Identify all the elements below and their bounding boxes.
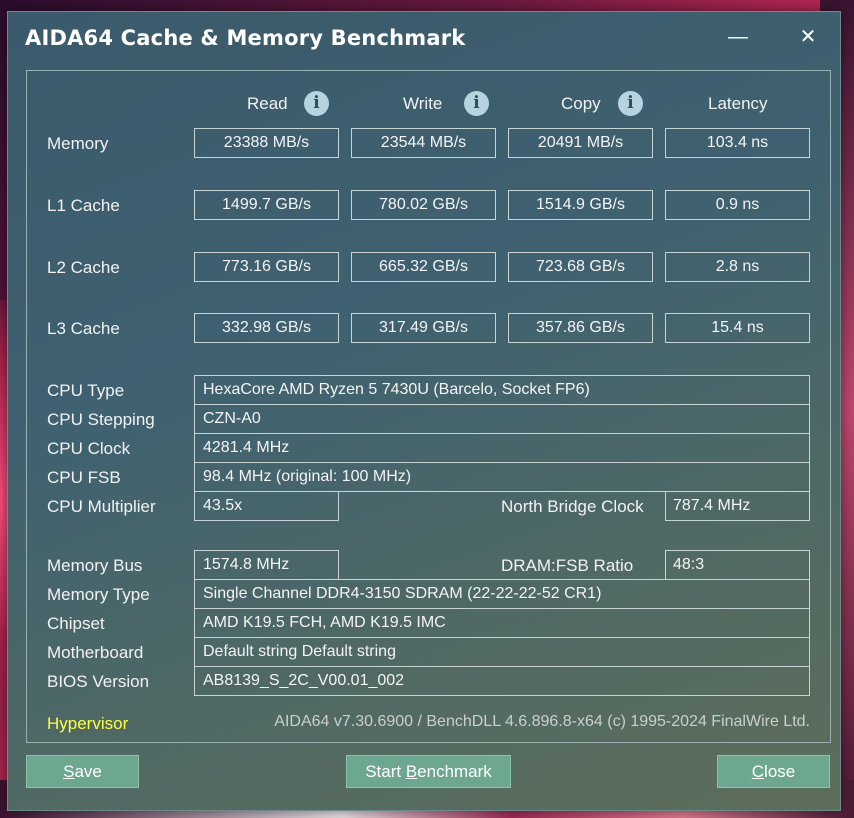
close-icon[interactable]: ✕ bbox=[788, 22, 828, 52]
start-benchmark-label: enchmark bbox=[417, 762, 492, 781]
l3-latency-value: 15.4 ns bbox=[665, 313, 810, 343]
info-icon-read[interactable]: i bbox=[304, 91, 329, 116]
l2-latency-value: 2.8 ns bbox=[665, 252, 810, 282]
dram-fsb-ratio-value: 48:3 bbox=[665, 550, 810, 580]
cpu-clock-label: CPU Clock bbox=[47, 439, 131, 458]
cpu-stepping-value: CZN-A0 bbox=[194, 404, 810, 434]
motherboard-value: Default string Default string bbox=[194, 637, 810, 667]
save-button[interactable]: Save bbox=[26, 755, 139, 788]
l1-copy-value: 1514.9 GB/s bbox=[508, 190, 653, 220]
memory-write-value: 23544 MB/s bbox=[351, 128, 496, 158]
north-bridge-clock-value: 787.4 MHz bbox=[665, 491, 810, 521]
header-read: Read bbox=[247, 94, 288, 113]
start-benchmark-accel: B bbox=[405, 762, 418, 781]
save-button-accel: S bbox=[63, 762, 75, 781]
l3-copy-value: 357.86 GB/s bbox=[508, 313, 653, 343]
cpu-multiplier-value: 43.5x bbox=[194, 491, 339, 521]
version-footer: AIDA64 v7.30.6900 / BenchDLL 4.6.896.8-x… bbox=[274, 713, 810, 730]
north-bridge-clock-label: North Bridge Clock bbox=[501, 497, 644, 516]
close-button-accel: C bbox=[751, 762, 765, 781]
row-label-l3: L3 Cache bbox=[47, 319, 120, 338]
info-icon-copy[interactable]: i bbox=[618, 91, 643, 116]
cpu-type-value: HexaCore AMD Ryzen 5 7430U (Barcelo, Soc… bbox=[194, 375, 810, 405]
header-latency: Latency bbox=[708, 94, 768, 113]
l1-latency-value: 0.9 ns bbox=[665, 190, 810, 220]
l2-write-value: 665.32 GB/s bbox=[351, 252, 496, 282]
l3-write-value: 317.49 GB/s bbox=[351, 313, 496, 343]
title-bar[interactable]: AIDA64 Cache & Memory Benchmark — ✕ bbox=[8, 12, 842, 62]
cpu-stepping-label: CPU Stepping bbox=[47, 410, 155, 429]
cpu-type-label: CPU Type bbox=[47, 381, 125, 400]
minimize-icon[interactable]: — bbox=[718, 22, 758, 52]
dram-fsb-ratio-label: DRAM:FSB Ratio bbox=[501, 556, 634, 575]
row-label-memory: Memory bbox=[47, 134, 109, 153]
start-benchmark-button[interactable]: Start Benchmark bbox=[346, 755, 511, 788]
memory-bus-value: 1574.8 MHz bbox=[194, 550, 339, 580]
memory-bus-label: Memory Bus bbox=[47, 556, 143, 575]
results-panel: Read i Write i Copy i Latency Memory 233… bbox=[26, 70, 831, 743]
close-button-label: lose bbox=[764, 762, 796, 781]
memory-read-value: 23388 MB/s bbox=[194, 128, 339, 158]
window-title: AIDA64 Cache & Memory Benchmark bbox=[25, 26, 466, 50]
cpu-fsb-label: CPU FSB bbox=[47, 468, 121, 487]
memory-latency-value: 103.4 ns bbox=[665, 128, 810, 158]
motherboard-label: Motherboard bbox=[47, 643, 144, 662]
bios-version-label: BIOS Version bbox=[47, 672, 150, 691]
row-label-l1: L1 Cache bbox=[47, 196, 120, 215]
header-write: Write bbox=[403, 94, 443, 113]
start-benchmark-prefix: Start bbox=[365, 762, 406, 781]
memory-type-value: Single Channel DDR4-3150 SDRAM (22-22-22… bbox=[194, 579, 810, 609]
close-button[interactable]: Close bbox=[717, 755, 830, 788]
header-copy: Copy bbox=[561, 94, 601, 113]
info-icon-write[interactable]: i bbox=[464, 91, 489, 116]
cpu-clock-value: 4281.4 MHz bbox=[194, 433, 810, 463]
cpu-fsb-value: 98.4 MHz (original: 100 MHz) bbox=[194, 462, 810, 492]
memory-type-label: Memory Type bbox=[47, 585, 150, 604]
l2-read-value: 773.16 GB/s bbox=[194, 252, 339, 282]
bios-version-value: AB8139_S_2C_V00.01_002 bbox=[194, 666, 810, 696]
row-label-l2: L2 Cache bbox=[47, 258, 120, 277]
save-button-label: ave bbox=[74, 762, 102, 781]
hypervisor-label: Hypervisor bbox=[47, 714, 129, 733]
chipset-value: AMD K19.5 FCH, AMD K19.5 IMC bbox=[194, 608, 810, 638]
l2-copy-value: 723.68 GB/s bbox=[508, 252, 653, 282]
cpu-multiplier-label: CPU Multiplier bbox=[47, 497, 156, 516]
benchmark-window: AIDA64 Cache & Memory Benchmark — ✕ Read… bbox=[7, 11, 841, 811]
l3-read-value: 332.98 GB/s bbox=[194, 313, 339, 343]
memory-copy-value: 20491 MB/s bbox=[508, 128, 653, 158]
chipset-label: Chipset bbox=[47, 614, 105, 633]
l1-write-value: 780.02 GB/s bbox=[351, 190, 496, 220]
l1-read-value: 1499.7 GB/s bbox=[194, 190, 339, 220]
